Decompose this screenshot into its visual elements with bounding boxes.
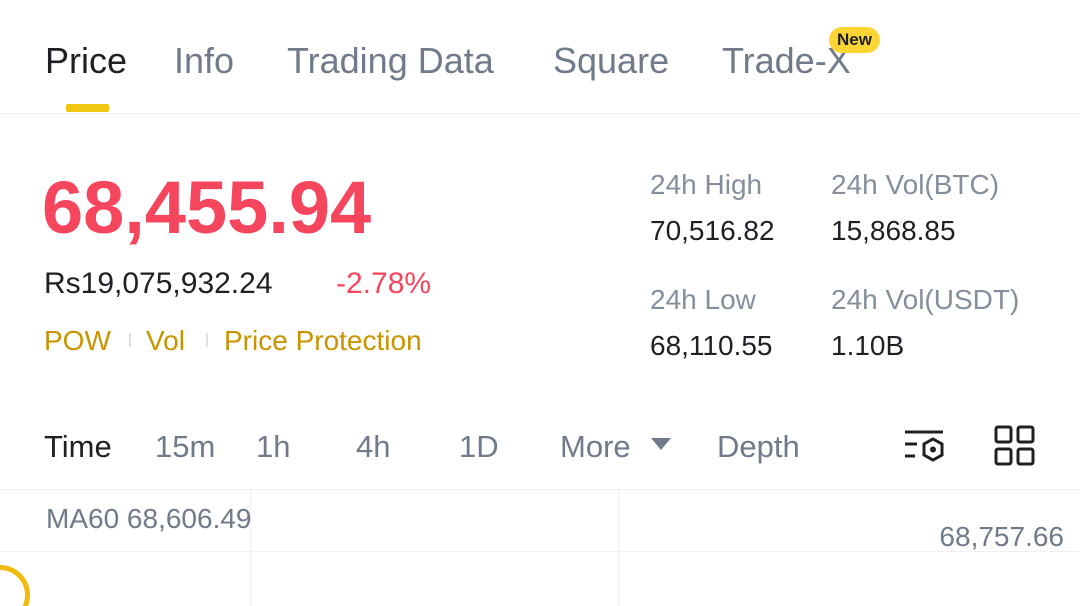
active-tab-indicator xyxy=(66,104,109,112)
timeframe-more-button[interactable]: More xyxy=(560,428,631,466)
stat-low-label: 24h Low xyxy=(650,284,756,315)
timeframe-1h[interactable]: 1h xyxy=(256,428,290,466)
timeframe-15m[interactable]: 15m xyxy=(155,428,215,466)
timeframe-time[interactable]: Time xyxy=(44,428,112,466)
stat-high-value: 70,516.82 xyxy=(650,215,775,246)
stat-high-label: 24h High xyxy=(650,169,763,200)
chart-gridline xyxy=(618,490,619,606)
tag-price-protection[interactable]: Price Protection xyxy=(224,324,422,358)
chart-gridline xyxy=(0,551,1080,552)
stat-vol-usdt-label: 24h Vol(USDT) xyxy=(831,284,1020,315)
stat-vol-usdt-value: 1.10B xyxy=(831,330,905,361)
tab-square[interactable]: Square xyxy=(553,40,669,82)
chevron-down-icon[interactable] xyxy=(651,438,671,450)
tag-divider xyxy=(129,333,131,347)
tag-vol[interactable]: Vol xyxy=(146,324,185,358)
stat-vol-btc-label: 24h Vol(BTC) xyxy=(831,169,1000,200)
timeframe-1d[interactable]: 1D xyxy=(459,428,499,466)
timeframe-4h[interactable]: 4h xyxy=(356,428,390,466)
last-price: 68,455.94 xyxy=(42,166,372,249)
price-axis-label: 68,757.66 xyxy=(939,521,1064,552)
grid-layout-icon[interactable] xyxy=(993,424,1037,468)
depth-tab[interactable]: Depth xyxy=(717,428,800,466)
stat-vol-btc-value: 15,868.85 xyxy=(831,215,956,246)
tab-info[interactable]: Info xyxy=(174,40,234,82)
tab-price[interactable]: Price xyxy=(45,40,127,82)
price-change-percent: -2.78% xyxy=(336,267,432,300)
tab-trading-data[interactable]: Trading Data xyxy=(287,40,494,82)
chart-marker xyxy=(0,565,30,606)
top-tab-bar: Price Info Trading Data Square Trade-X N… xyxy=(0,0,1080,114)
stat-low-value: 68,110.55 xyxy=(650,330,773,361)
price-chart[interactable]: MA60 68,606.49 68,757.66 xyxy=(0,489,1080,606)
tag-divider xyxy=(206,333,208,347)
new-badge: New xyxy=(829,27,880,53)
ma60-indicator-label: MA60 68,606.49 xyxy=(46,503,252,534)
fiat-price: Rs19,075,932.24 xyxy=(44,267,273,300)
chart-settings-icon[interactable] xyxy=(902,424,946,468)
tag-pow[interactable]: POW xyxy=(44,324,111,358)
